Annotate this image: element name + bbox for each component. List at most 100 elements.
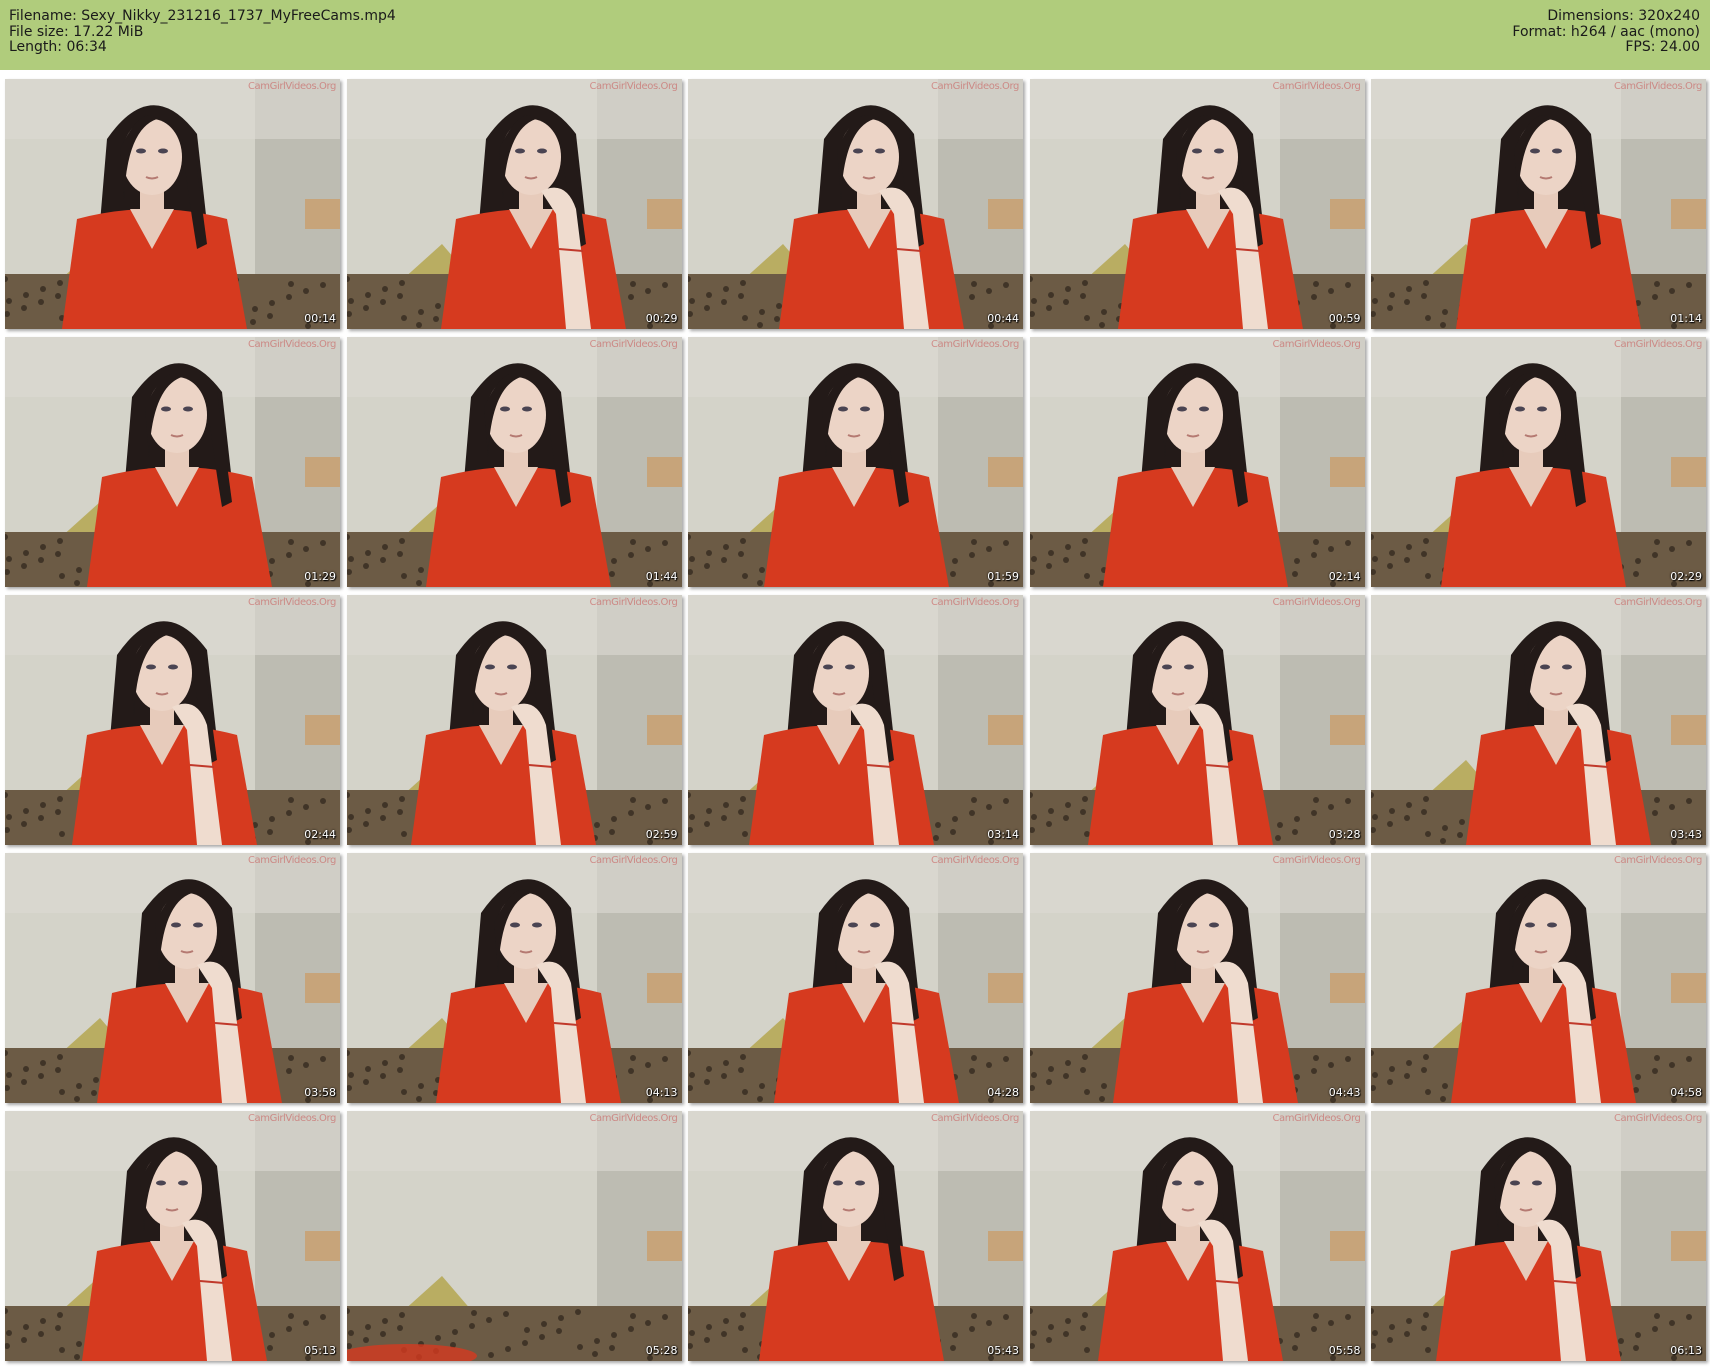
- watermark-text: CamGirlVideos.Org: [247, 339, 336, 350]
- video-thumbnail[interactable]: CamGirlVideos.Org 02:29: [1371, 337, 1706, 587]
- frame-scene: [1371, 595, 1706, 845]
- frame-scene: [5, 1111, 340, 1361]
- timestamp-label: 00:44: [987, 312, 1019, 325]
- frame-scene: [688, 79, 1023, 329]
- watermark-text: CamGirlVideos.Org: [1272, 81, 1361, 92]
- frame-scene: [5, 337, 340, 587]
- video-thumbnail[interactable]: CamGirlVideos.Org 00:29: [346, 79, 682, 329]
- watermark-text: CamGirlVideos.Org: [1613, 855, 1702, 866]
- info-left: Filename: Sexy_Nikky_231216_1737_MyFreeC…: [9, 8, 396, 56]
- dimensions-text: Dimensions: 320x240: [1547, 8, 1700, 24]
- timestamp-label: 02:14: [1328, 570, 1361, 583]
- video-thumbnail[interactable]: CamGirlVideos.Org 04:58: [1371, 853, 1706, 1103]
- watermark-text: CamGirlVideos.Org: [1613, 81, 1702, 92]
- timestamp-label: 02:29: [1670, 570, 1702, 583]
- frame-scene: [1371, 853, 1706, 1103]
- timestamp-label: 05:13: [304, 1344, 336, 1357]
- watermark-text: CamGirlVideos.Org: [1613, 1113, 1702, 1124]
- timestamp-label: 01:14: [1670, 312, 1702, 325]
- timestamp-label: 05:58: [1328, 1344, 1361, 1357]
- watermark-text: CamGirlVideos.Org: [589, 81, 678, 92]
- frame-scene: [1371, 1111, 1706, 1361]
- frame-scene: [1029, 1111, 1365, 1361]
- timestamp-label: 04:13: [645, 1086, 678, 1099]
- video-thumbnail[interactable]: CamGirlVideos.Org 04:28: [688, 853, 1023, 1103]
- frame-scene: [1371, 337, 1706, 587]
- watermark-text: CamGirlVideos.Org: [930, 1113, 1019, 1124]
- timestamp-label: 02:59: [645, 828, 678, 841]
- video-thumbnail[interactable]: CamGirlVideos.Org 05:28: [346, 1111, 682, 1361]
- timestamp-label: 02:44: [304, 828, 336, 841]
- watermark-text: CamGirlVideos.Org: [930, 597, 1019, 608]
- watermark-text: CamGirlVideos.Org: [1272, 597, 1361, 608]
- watermark-text: CamGirlVideos.Org: [930, 339, 1019, 350]
- timestamp-label: 03:43: [1670, 828, 1702, 841]
- timestamp-label: 05:43: [987, 1344, 1019, 1357]
- video-thumbnail[interactable]: CamGirlVideos.Org 00:59: [1029, 79, 1365, 329]
- video-thumbnail[interactable]: CamGirlVideos.Org 01:59: [688, 337, 1023, 587]
- video-thumbnail[interactable]: CamGirlVideos.Org 03:14: [688, 595, 1023, 845]
- frame-scene: [688, 595, 1023, 845]
- frame-scene: [346, 1111, 682, 1361]
- video-thumbnail[interactable]: CamGirlVideos.Org 06:13: [1371, 1111, 1706, 1361]
- frame-scene: [1029, 595, 1365, 845]
- timestamp-label: 03:14: [987, 828, 1019, 841]
- frame-scene: [346, 337, 682, 587]
- timestamp-label: 04:43: [1328, 1086, 1361, 1099]
- video-thumbnail[interactable]: CamGirlVideos.Org 04:13: [346, 853, 682, 1103]
- video-thumbnail[interactable]: CamGirlVideos.Org 01:44: [346, 337, 682, 587]
- timestamp-label: 04:58: [1670, 1086, 1702, 1099]
- watermark-text: CamGirlVideos.Org: [589, 1113, 678, 1124]
- video-thumbnail[interactable]: CamGirlVideos.Org 02:59: [346, 595, 682, 845]
- watermark-text: CamGirlVideos.Org: [930, 81, 1019, 92]
- frame-scene: [5, 79, 340, 329]
- timestamp-label: 00:14: [304, 312, 336, 325]
- frame-scene: [346, 595, 682, 845]
- timestamp-label: 01:59: [987, 570, 1019, 583]
- info-header: Filename: Sexy_Nikky_231216_1737_MyFreeC…: [0, 0, 1710, 70]
- thumbnail-grid: CamGirlVideos.Org 00:14 CamGirlVideos.Org 0…: [5, 79, 1706, 1367]
- timestamp-label: 03:58: [304, 1086, 336, 1099]
- frame-scene: [1371, 79, 1706, 329]
- watermark-text: CamGirlVideos.Org: [1272, 1113, 1361, 1124]
- video-thumbnail[interactable]: CamGirlVideos.Org 01:14: [1371, 79, 1706, 329]
- info-right: Dimensions: 320x240 Format: h264 / aac (…: [1512, 8, 1700, 56]
- video-thumbnail[interactable]: CamGirlVideos.Org 03:43: [1371, 595, 1706, 845]
- frame-scene: [688, 1111, 1023, 1361]
- frame-scene: [5, 853, 340, 1103]
- video-thumbnail[interactable]: CamGirlVideos.Org 00:14: [5, 79, 340, 329]
- watermark-text: CamGirlVideos.Org: [1613, 597, 1702, 608]
- video-thumbnail[interactable]: CamGirlVideos.Org 05:13: [5, 1111, 340, 1361]
- frame-scene: [346, 853, 682, 1103]
- timestamp-label: 01:44: [645, 570, 678, 583]
- timestamp-label: 03:28: [1328, 828, 1361, 841]
- watermark-text: CamGirlVideos.Org: [247, 597, 336, 608]
- format-text: Format: h264 / aac (mono): [1512, 23, 1700, 40]
- frame-scene: [688, 337, 1023, 587]
- video-thumbnail[interactable]: CamGirlVideos.Org 00:44: [688, 79, 1023, 329]
- frame-scene: [1029, 337, 1365, 587]
- video-thumbnail[interactable]: CamGirlVideos.Org 03:58: [5, 853, 340, 1103]
- filesize-text: File size: 17.22 MiB: [9, 23, 144, 40]
- video-thumbnail[interactable]: CamGirlVideos.Org 02:14: [1029, 337, 1365, 587]
- video-thumbnail[interactable]: CamGirlVideos.Org 05:43: [688, 1111, 1023, 1361]
- frame-scene: [5, 595, 340, 845]
- video-thumbnail[interactable]: CamGirlVideos.Org 05:58: [1029, 1111, 1365, 1361]
- length-text: Length: 06:34: [9, 39, 107, 55]
- video-thumbnail[interactable]: CamGirlVideos.Org 01:29: [5, 337, 340, 587]
- filename-text: Filename: Sexy_Nikky_231216_1737_MyFreeC…: [9, 8, 396, 24]
- timestamp-label: 01:29: [304, 570, 336, 583]
- timestamp-label: 04:28: [987, 1086, 1019, 1099]
- watermark-text: CamGirlVideos.Org: [1272, 339, 1361, 350]
- watermark-text: CamGirlVideos.Org: [589, 855, 678, 866]
- video-thumbnail[interactable]: CamGirlVideos.Org 02:44: [5, 595, 340, 845]
- frame-scene: [1029, 853, 1365, 1103]
- video-thumbnail[interactable]: CamGirlVideos.Org 03:28: [1029, 595, 1365, 845]
- watermark-text: CamGirlVideos.Org: [1613, 339, 1702, 350]
- frame-scene: [688, 853, 1023, 1103]
- watermark-text: CamGirlVideos.Org: [247, 855, 336, 866]
- video-thumbnail[interactable]: CamGirlVideos.Org 04:43: [1029, 853, 1365, 1103]
- fps-text: FPS: 24.00: [1625, 39, 1700, 55]
- watermark-text: CamGirlVideos.Org: [589, 339, 678, 350]
- watermark-text: CamGirlVideos.Org: [589, 597, 678, 608]
